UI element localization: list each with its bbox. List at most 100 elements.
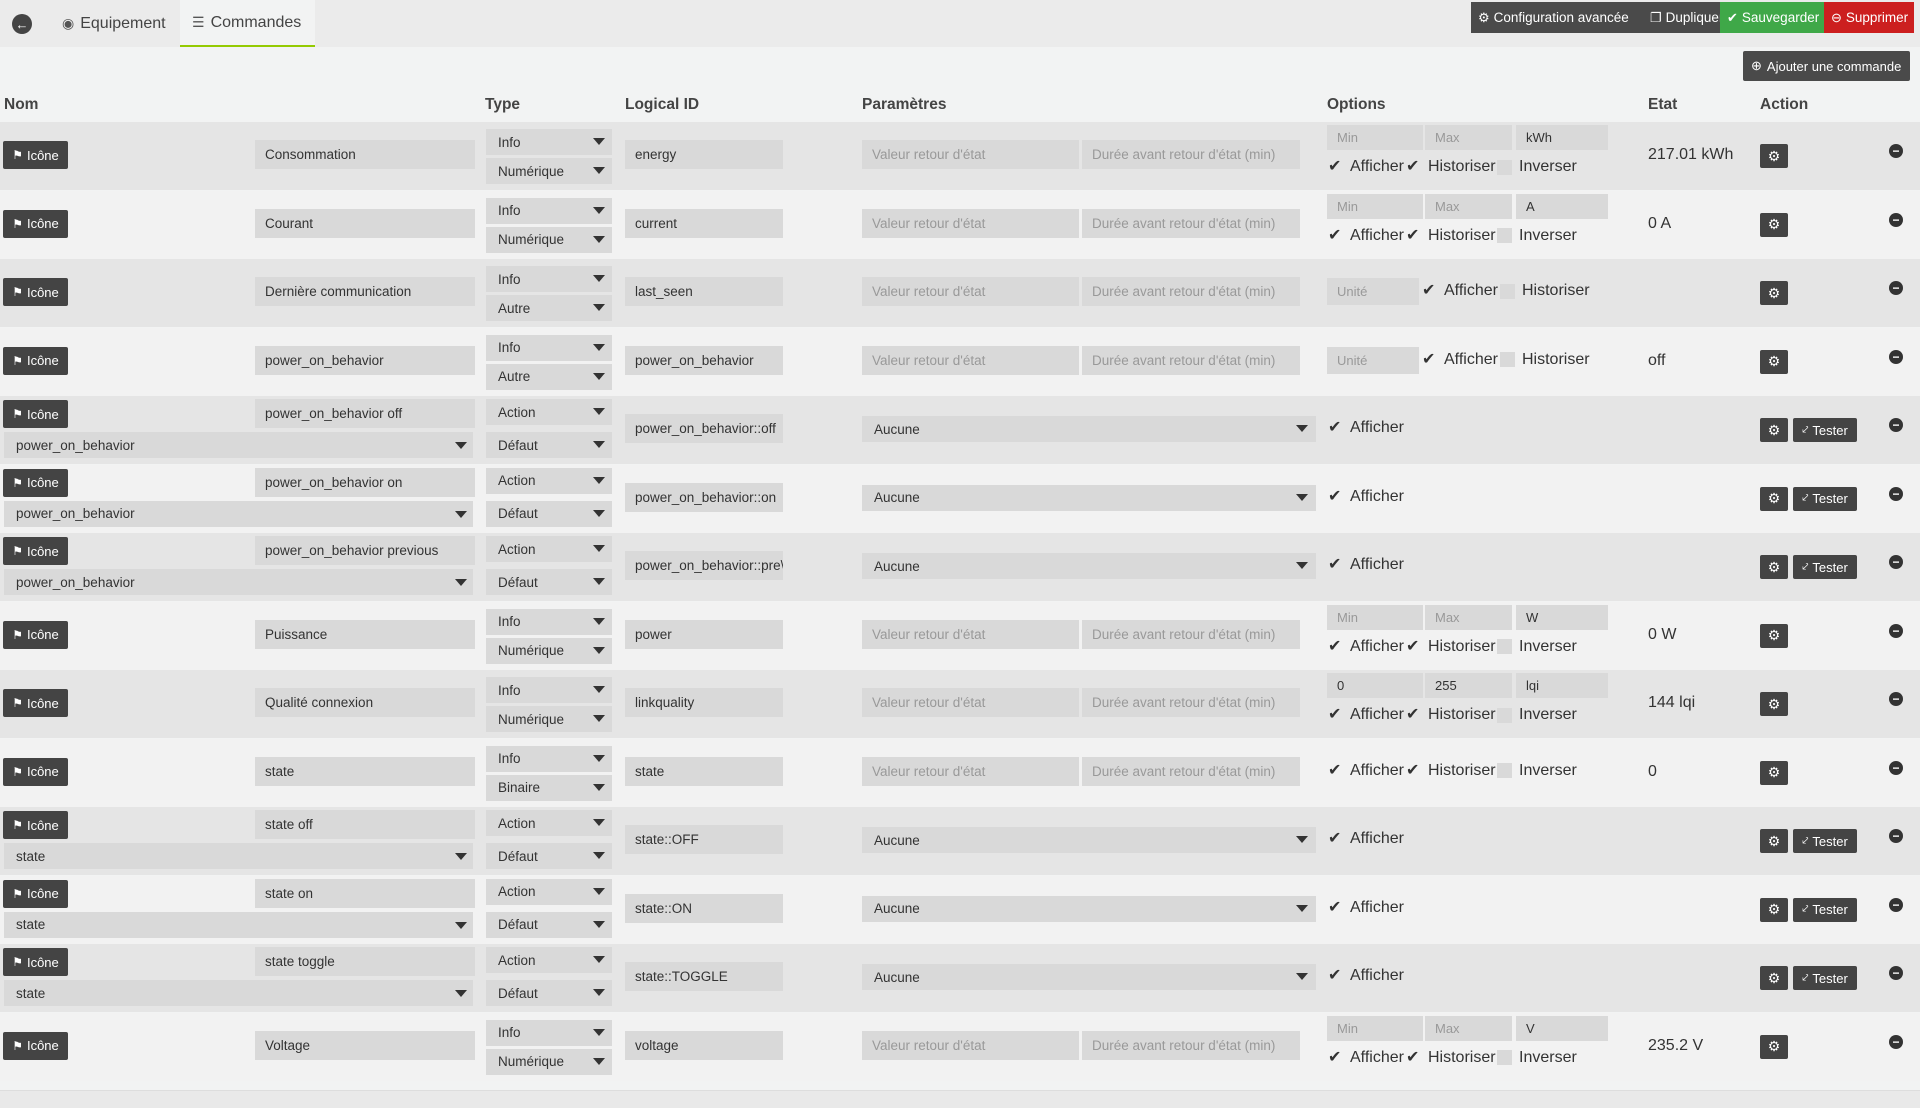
logical-id-input[interactable]: linkquality [625,688,783,717]
historiser-checkbox[interactable]: Historiser [1500,351,1590,369]
icon-button[interactable]: ⚑ Icône [3,537,68,565]
command-name-input[interactable]: power_on_behavior [255,345,475,375]
configure-button[interactable]: ⚙ [1760,486,1788,511]
historiser-checkbox[interactable]: ✔ Historiser [1406,638,1496,656]
state-return-duration-input[interactable]: Durée avant retour d'état (min) [1082,1030,1300,1060]
historiser-checkbox[interactable]: ✔ Historiser [1406,706,1496,724]
command-name-input[interactable]: Consommation [255,140,475,169]
parameter-select[interactable]: Aucune [862,964,1316,990]
afficher-checkbox[interactable]: ✔ Afficher [1328,556,1404,574]
afficher-checkbox[interactable]: ✔ Afficher [1328,227,1404,245]
logical-id-input[interactable]: last_seen [625,277,783,306]
advanced-config-button[interactable]: ⚙ Configuration avancée [1471,2,1643,33]
min-input[interactable]: 0 [1327,673,1423,698]
max-input[interactable]: Max [1425,193,1512,219]
remove-command-button[interactable]: − [1889,692,1903,706]
tab-equipement[interactable]: ◉ Equipement [50,0,178,47]
remove-command-button[interactable]: − [1889,281,1903,295]
state-return-value-input[interactable]: Valeur retour d'état [862,619,1079,649]
configure-button[interactable]: ⚙ [1760,829,1788,853]
state-return-value-input[interactable]: Valeur retour d'état [862,345,1079,375]
inverser-checkbox[interactable]: Inverser [1497,1049,1577,1067]
command-name-input[interactable]: Courant [255,208,475,238]
test-button[interactable]: ⤦ Tester [1793,486,1857,511]
unit-input[interactable]: V [1516,1015,1608,1041]
afficher-checkbox[interactable]: ✔ Afficher [1328,1049,1404,1067]
configure-button[interactable]: ⚙ [1760,897,1788,922]
icon-button[interactable]: ⚑ Icône [3,689,68,717]
logical-id-input[interactable]: energy [625,140,783,169]
logical-id-input[interactable]: state::ON [625,893,783,923]
min-input[interactable]: Min [1327,1015,1423,1041]
command-value-select[interactable]: state [4,843,473,869]
remove-command-button[interactable]: − [1889,829,1903,843]
historiser-checkbox[interactable]: Historiser [1500,282,1590,300]
icon-button[interactable]: ⚑ Icône [3,141,68,169]
afficher-checkbox[interactable]: ✔ Afficher [1328,762,1404,780]
configure-button[interactable]: ⚙ [1760,212,1788,237]
icon-button[interactable]: ⚑ Icône [3,620,68,649]
historiser-checkbox[interactable]: ✔ Historiser [1406,762,1496,780]
afficher-checkbox[interactable]: ✔ Afficher [1328,419,1404,437]
logical-id-input[interactable]: state::OFF [625,825,783,854]
command-name-input[interactable]: Voltage [255,1030,475,1060]
command-name-input[interactable]: Puissance [255,619,475,649]
unit-input[interactable]: Unité [1327,346,1419,374]
icon-button[interactable]: ⚑ Icône [3,879,68,908]
unit-input[interactable]: kWh [1516,125,1608,150]
command-name-input[interactable]: state toggle [255,947,475,976]
parameter-select[interactable]: Aucune [862,484,1316,511]
logical-id-input[interactable]: power_on_behavior::pre\ [625,551,783,580]
logical-id-input[interactable]: state [625,756,783,786]
command-value-select[interactable]: state [4,980,473,1006]
state-return-value-input[interactable]: Valeur retour d'état [862,277,1079,306]
unit-input[interactable]: Unité [1327,278,1419,305]
state-return-duration-input[interactable]: Durée avant retour d'état (min) [1082,140,1300,169]
afficher-checkbox[interactable]: ✔ Afficher [1328,706,1404,724]
test-button[interactable]: ⤦ Tester [1793,829,1857,853]
icon-button[interactable]: ⚑ Icône [3,468,68,497]
test-button[interactable]: ⤦ Tester [1793,555,1857,579]
inverser-checkbox[interactable]: Inverser [1497,227,1577,245]
configure-button[interactable]: ⚙ [1760,966,1788,990]
command-value-select[interactable]: power_on_behavior [4,500,473,527]
inverser-checkbox[interactable]: Inverser [1497,158,1577,176]
min-input[interactable]: Min [1327,604,1423,630]
historiser-checkbox[interactable]: ✔ Historiser [1406,1049,1496,1067]
icon-button[interactable]: ⚑ Icône [3,209,68,238]
tab-commandes[interactable]: ☰ Commandes [180,0,315,47]
state-return-duration-input[interactable]: Durée avant retour d'état (min) [1082,345,1300,375]
afficher-checkbox[interactable]: ✔ Afficher [1422,351,1498,369]
afficher-checkbox[interactable]: ✔ Afficher [1328,899,1404,917]
state-return-duration-input[interactable]: Durée avant retour d'état (min) [1082,756,1300,786]
historiser-checkbox[interactable]: ✔ Historiser [1406,227,1496,245]
test-button[interactable]: ⤦ Tester [1793,897,1857,922]
remove-command-button[interactable]: − [1889,144,1903,158]
command-name-input[interactable]: power_on_behavior on [255,467,475,497]
logical-id-input[interactable]: power_on_behavior::off [625,414,783,443]
delete-button[interactable]: ⊖ Supprimer [1824,2,1914,33]
save-button[interactable]: ✔ Sauvegarder [1720,2,1824,33]
test-button[interactable]: ⤦ Tester [1793,966,1857,990]
remove-command-button[interactable]: − [1889,212,1903,227]
logical-id-input[interactable]: power [625,619,783,649]
afficher-checkbox[interactable]: ✔ Afficher [1328,830,1404,848]
state-return-value-input[interactable]: Valeur retour d'état [862,208,1079,238]
icon-button[interactable]: ⚑ Icône [3,757,68,786]
configure-button[interactable]: ⚙ [1760,144,1788,168]
configure-button[interactable]: ⚙ [1760,760,1788,785]
icon-button[interactable]: ⚑ Icône [3,1031,68,1060]
command-name-input[interactable]: state [255,756,475,786]
remove-command-button[interactable]: − [1889,349,1903,364]
command-value-select[interactable]: power_on_behavior [4,569,473,595]
state-return-duration-input[interactable]: Durée avant retour d'état (min) [1082,619,1300,649]
afficher-checkbox[interactable]: ✔ Afficher [1328,638,1404,656]
configure-button[interactable]: ⚙ [1760,418,1788,442]
max-input[interactable]: Max [1425,125,1512,150]
configure-button[interactable]: ⚙ [1760,349,1788,374]
configure-button[interactable]: ⚙ [1760,1034,1788,1059]
state-return-duration-input[interactable]: Durée avant retour d'état (min) [1082,688,1300,717]
state-return-value-input[interactable]: Valeur retour d'état [862,756,1079,786]
state-return-value-input[interactable]: Valeur retour d'état [862,688,1079,717]
logical-id-input[interactable]: power_on_behavior::on [625,482,783,512]
